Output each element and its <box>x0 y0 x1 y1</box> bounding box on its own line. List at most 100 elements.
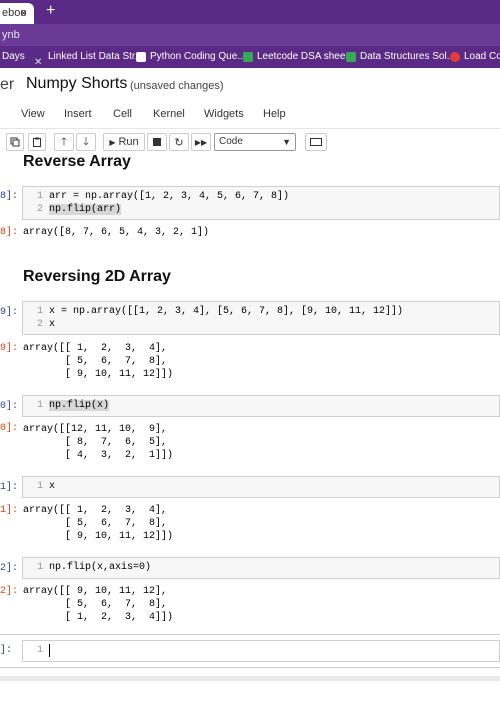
code-line: x <box>49 481 56 492</box>
address-bar[interactable]: ynb <box>0 24 500 46</box>
bookmark-item[interactable]: Load Co <box>450 46 500 68</box>
jupyter-logo[interactable]: er <box>0 76 14 94</box>
bookmark-icon <box>346 52 356 62</box>
code-line: arr = np.array([1, 2, 3, 4, 5, 6, 7, 8]) <box>49 191 290 202</box>
line-number: 2 <box>36 319 43 330</box>
bottom-scroll-region <box>0 676 500 681</box>
line-number: 1 <box>36 306 43 317</box>
selected-cell[interactable]: ]: 1 <box>0 634 500 668</box>
cell-output: array([8, 7, 6, 5, 4, 3, 2, 1]) <box>23 227 210 238</box>
code-cell[interactable]: 1 x <box>22 476 500 498</box>
globe-icon: ✕ <box>34 57 43 68</box>
code-line: np.flip(x) <box>49 400 110 411</box>
line-number: 1 <box>36 645 43 656</box>
line-number: 2 <box>36 204 43 215</box>
menu-view[interactable]: View <box>21 108 45 120</box>
menu-insert[interactable]: Insert <box>64 108 92 120</box>
menu-widgets[interactable]: Widgets <box>204 108 244 120</box>
arrow-down-icon: 🡓 <box>83 135 89 148</box>
restart-run-all-button[interactable]: ▶▶ <box>191 133 211 151</box>
cell-output: array([[12, 11, 10, 9], [ 8, 7, 6, 5], [… <box>23 424 174 461</box>
text-cursor <box>49 644 50 657</box>
bookmark-icon <box>136 52 146 62</box>
menu-bar: View Insert Cell Kernel Widgets Help <box>0 102 500 129</box>
new-tab-button[interactable]: + <box>46 2 55 20</box>
out-prompt: 0]: <box>0 423 19 434</box>
run-button[interactable]: ▶ Run <box>103 133 145 151</box>
heading-reversing-2d-array: Reversing 2D Array <box>23 268 171 285</box>
close-icon[interactable]: × <box>20 3 27 24</box>
cell-output: array([[ 1, 2, 3, 4], [ 5, 6, 7, 8], [ 9… <box>23 343 174 380</box>
play-icon: ▶ <box>109 137 116 147</box>
code-line: np.flip(x,axis=0) <box>49 562 152 573</box>
tab-bar: eboo × + <box>0 0 500 24</box>
bookmark-label: Load Co <box>464 51 500 62</box>
line-number: 1 <box>36 481 43 492</box>
out-prompt: 9]: <box>0 343 19 354</box>
paste-icon <box>33 137 41 147</box>
interrupt-button[interactable] <box>147 133 167 151</box>
bookmark-label: Linked List Data Str... <box>48 51 144 62</box>
bookmark-label: Leetcode DSA shee... <box>257 51 354 62</box>
bookmark-item[interactable]: ✕ Linked List Data Str... <box>34 46 143 68</box>
bookmark-item[interactable]: Leetcode DSA shee... <box>243 46 354 68</box>
bookmarks-bar: Days ✕ Linked List Data Str... Python Co… <box>0 46 500 68</box>
cell-output: array([[ 1, 2, 3, 4], [ 5, 6, 7, 8], [ 9… <box>23 505 174 542</box>
move-down-button[interactable]: 🡓 <box>76 133 96 151</box>
run-label: Run <box>118 136 139 148</box>
bookmark-icon <box>243 52 253 62</box>
bookmark-item[interactable]: Data Structures Sol... <box>346 46 455 68</box>
notebook-area: Reverse Array 8]: 1 2 arr = np.array([1,… <box>0 155 500 675</box>
cell-type-select[interactable]: Code ▼ <box>214 133 296 151</box>
out-prompt: 1]: <box>0 505 19 516</box>
copy-icon <box>10 137 20 147</box>
fast-forward-icon: ▶▶ <box>194 137 208 147</box>
in-prompt: 9]: <box>0 307 19 318</box>
code-line: np.flip(arr) <box>49 204 122 215</box>
cell-type-value: Code <box>219 136 243 147</box>
in-prompt: 1]: <box>0 482 19 493</box>
bookmark-item[interactable]: Days <box>2 46 25 68</box>
code-line: x <box>49 319 56 330</box>
in-prompt: 0]: <box>0 401 19 412</box>
in-prompt: ]: <box>0 645 13 656</box>
line-number: 1 <box>36 562 43 573</box>
out-prompt: 2]: <box>0 586 19 597</box>
copy-button[interactable] <box>6 133 24 151</box>
stop-icon <box>153 138 161 146</box>
keyboard-icon <box>310 138 322 146</box>
notebook-header: er Numpy Shorts (unsaved changes) <box>0 68 500 102</box>
paste-button[interactable] <box>28 133 46 151</box>
menu-kernel[interactable]: Kernel <box>153 108 185 120</box>
code-cell[interactable]: 1 np.flip(x) <box>22 395 500 417</box>
menu-cell[interactable]: Cell <box>113 108 132 120</box>
code-line: x = np.array([[1, 2, 3, 4], [5, 6, 7, 8]… <box>49 306 404 317</box>
notebook-title[interactable]: Numpy Shorts <box>26 75 127 93</box>
arrow-up-icon: 🡑 <box>61 135 67 148</box>
bookmark-label: Days <box>2 51 25 62</box>
code-input[interactable]: 1 <box>22 640 500 662</box>
address-text: ynb <box>2 29 20 41</box>
in-prompt: 8]: <box>0 191 19 202</box>
code-cell[interactable]: 1 2 arr = np.array([1, 2, 3, 4, 5, 6, 7,… <box>22 186 500 220</box>
chevron-down-icon: ▼ <box>282 137 291 147</box>
save-status: (unsaved changes) <box>130 80 224 92</box>
command-palette-button[interactable] <box>305 133 327 151</box>
heading-reverse-array: Reverse Array <box>23 155 131 170</box>
code-cell[interactable]: 1 2 x = np.array([[1, 2, 3, 4], [5, 6, 7… <box>22 301 500 335</box>
menu-help[interactable]: Help <box>263 108 286 120</box>
browser-tab[interactable]: eboo × <box>0 3 34 24</box>
restart-icon: ↻ <box>174 136 184 149</box>
cell-output: array([[ 9, 10, 11, 12], [ 5, 6, 7, 8], … <box>23 586 174 623</box>
restart-button[interactable]: ↻ <box>169 133 189 151</box>
move-up-button[interactable]: 🡑 <box>54 133 74 151</box>
bookmark-label: Python Coding Que... <box>150 51 246 62</box>
line-number: 1 <box>36 400 43 411</box>
in-prompt: 2]: <box>0 563 19 574</box>
bookmark-label: Data Structures Sol... <box>360 51 456 62</box>
line-number: 1 <box>36 191 43 202</box>
toolbar: 🡑 🡓 ▶ Run ↻ ▶▶ Code ▼ <box>0 129 500 155</box>
code-cell[interactable]: 1 np.flip(x,axis=0) <box>22 557 500 579</box>
out-prompt: 8]: <box>0 227 19 238</box>
bookmark-item[interactable]: Python Coding Que... <box>136 46 246 68</box>
